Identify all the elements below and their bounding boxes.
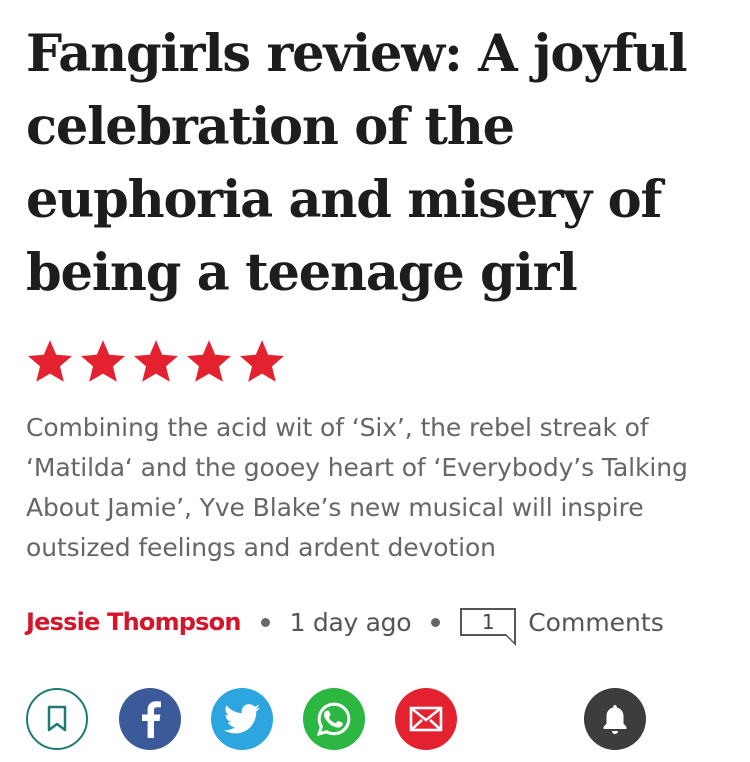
bookmark-icon (47, 705, 67, 732)
bell-icon (603, 705, 627, 734)
separator-dot (260, 617, 270, 627)
twitter-share-button[interactable] (211, 688, 273, 750)
envelope-icon (409, 706, 443, 732)
twitter-icon (224, 704, 260, 734)
article-headline: Fangirls review: A joyful celebration of… (26, 24, 688, 303)
comments-link[interactable]: Comments (528, 608, 664, 637)
comment-count-badge[interactable]: 1 (460, 608, 517, 646)
published-time: 1 day ago (289, 607, 412, 637)
share-bar (26, 688, 726, 754)
email-share-button[interactable] (395, 688, 457, 750)
article-header: Fangirls review: A joyful celebration of… (26, 18, 726, 646)
star-icon (26, 337, 74, 385)
facebook-share-button[interactable] (119, 688, 181, 750)
separator-dot (431, 617, 441, 627)
bookmark-button[interactable] (26, 688, 88, 750)
comment-count: 1 (481, 610, 495, 634)
whatsapp-share-button[interactable] (303, 688, 365, 750)
star-icon (185, 337, 233, 385)
whatsapp-icon (316, 702, 351, 737)
author-link[interactable]: Jessie Thompson (26, 608, 241, 636)
star-icon (238, 337, 286, 385)
star-icon (132, 337, 180, 385)
article-standfirst: Combining the acid wit of ‘Six’, the reb… (26, 413, 688, 562)
notifications-button[interactable] (584, 688, 646, 750)
facebook-icon (142, 701, 161, 738)
star-rating (26, 336, 726, 386)
byline: Jessie Thompson 1 day ago 1 Comments (26, 600, 726, 646)
star-icon (79, 337, 127, 385)
